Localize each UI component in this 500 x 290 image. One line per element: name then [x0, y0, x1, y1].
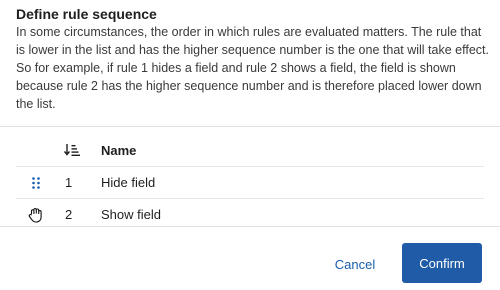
dialog-title: Define rule sequence: [16, 6, 157, 22]
drag-handle-icon[interactable]: [26, 167, 46, 198]
sequence-number: 1: [65, 175, 73, 190]
divider: [0, 126, 500, 127]
confirm-button[interactable]: Confirm: [402, 243, 482, 283]
rule-name: Hide field: [101, 175, 156, 190]
dialog-description: In some circumstances, the order in whic…: [16, 25, 489, 111]
sort-descending-icon[interactable]: [64, 134, 80, 166]
rule-sequence-dialog: Define rule sequence In some circumstanc…: [0, 0, 500, 290]
divider: [0, 226, 500, 227]
rule-sequence-table: Name 1 Hide field 2 Show field: [16, 134, 484, 230]
cancel-button[interactable]: Cancel: [314, 246, 396, 282]
table-header-row: Name: [16, 134, 484, 166]
column-header-name[interactable]: Name: [101, 134, 136, 166]
table-row[interactable]: 1 Hide field: [16, 166, 484, 198]
